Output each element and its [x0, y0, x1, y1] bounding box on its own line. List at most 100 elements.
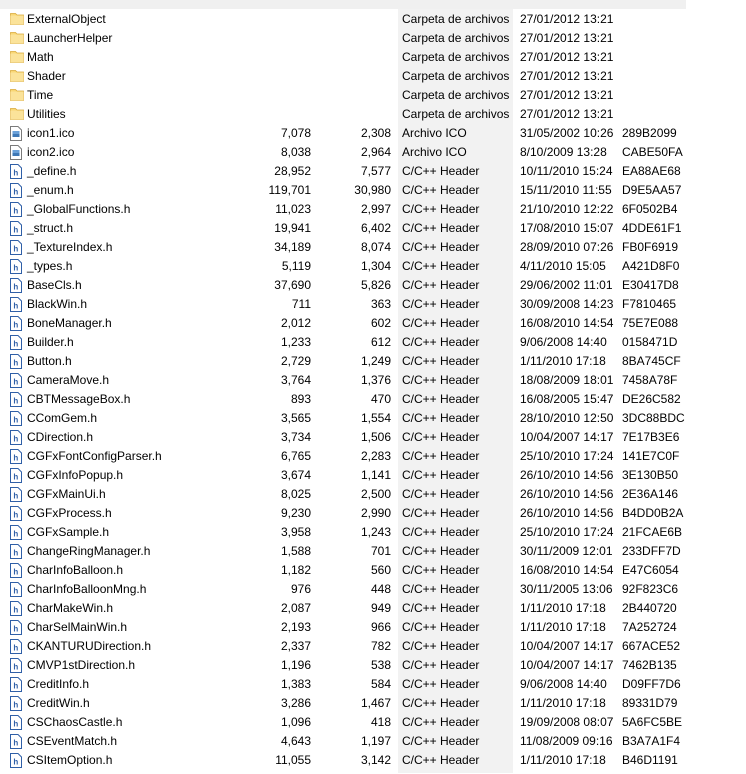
file-list[interactable]: ExternalObject Carpeta de archivos 27/01… [0, 10, 746, 770]
svg-text:h: h [13, 321, 18, 330]
crc-value: F7810465 [622, 297, 677, 311]
list-item[interactable]: h CGFxFontConfigParser.h 6,765 2,283 C/C… [0, 447, 746, 466]
list-item[interactable]: h _types.h 5,119 1,304 C/C++ Header 4/11… [0, 257, 746, 276]
svg-text:h: h [13, 454, 18, 463]
packed-size: 448 [370, 582, 391, 596]
file-size: 1,383 [280, 677, 311, 691]
packed-size: 2,964 [360, 145, 391, 159]
crc-value: 75E7E088 [622, 316, 679, 330]
file-name: BoneManager.h [27, 316, 112, 330]
svg-text:h: h [13, 720, 18, 729]
list-item[interactable]: icon1.ico 7,078 2,308 Archivo ICO 31/05/… [0, 124, 746, 143]
svg-text:h: h [13, 625, 18, 634]
svg-text:h: h [13, 682, 18, 691]
packed-size: 3,142 [360, 753, 391, 767]
file-type: Archivo ICO [402, 126, 467, 140]
list-item[interactable]: h CreditInfo.h 1,383 584 C/C++ Header 9/… [0, 675, 746, 694]
modified-date: 1/11/2010 17:18 [520, 753, 606, 767]
file-type: C/C++ Header [402, 449, 480, 463]
file-name: CComGem.h [27, 411, 98, 425]
file-name: BaseCls.h [27, 278, 82, 292]
list-item[interactable]: h BoneManager.h 2,012 602 C/C++ Header 1… [0, 314, 746, 333]
list-item[interactable]: h CKANTURUDirection.h 2,337 782 C/C++ He… [0, 637, 746, 656]
list-item[interactable]: h CDirection.h 3,734 1,506 C/C++ Header … [0, 428, 746, 447]
list-item[interactable]: h CGFxProcess.h 9,230 2,990 C/C++ Header… [0, 504, 746, 523]
file-type: C/C++ Header [402, 563, 480, 577]
file-size: 5,119 [281, 259, 311, 273]
crc-value: 667ACE52 [622, 639, 681, 653]
list-item[interactable]: LauncherHelper Carpeta de archivos 27/01… [0, 29, 746, 48]
svg-text:h: h [13, 530, 18, 539]
packed-size: 1,467 [360, 696, 391, 710]
file-name: CGFxFontConfigParser.h [27, 449, 162, 463]
modified-date: 26/10/2010 14:56 [520, 468, 614, 482]
list-item[interactable]: h CharMakeWin.h 2,087 949 C/C++ Header 1… [0, 599, 746, 618]
list-item[interactable]: h CGFxMainUi.h 8,025 2,500 C/C++ Header … [0, 485, 746, 504]
list-item[interactable]: h ChangeRingManager.h 1,588 701 C/C++ He… [0, 542, 746, 561]
list-item[interactable]: h CreditWin.h 3,286 1,467 C/C++ Header 1… [0, 694, 746, 713]
svg-text:h: h [13, 359, 18, 368]
modified-date: 30/11/2005 13:06 [520, 582, 613, 596]
list-item[interactable]: h Button.h 2,729 1,249 C/C++ Header 1/11… [0, 352, 746, 371]
list-item[interactable]: h CComGem.h 3,565 1,554 C/C++ Header 28/… [0, 409, 746, 428]
packed-size: 5,826 [360, 278, 391, 292]
file-name: icon1.ico [27, 126, 75, 140]
list-item[interactable]: Shader Carpeta de archivos 27/01/2012 13… [0, 67, 746, 86]
file-size: 2,729 [280, 354, 311, 368]
packed-size: 8,074 [360, 240, 391, 254]
crc-value: 2B440720 [622, 601, 677, 615]
list-item[interactable]: h CGFxInfoPopup.h 3,674 1,141 C/C++ Head… [0, 466, 746, 485]
list-item[interactable]: Math Carpeta de archivos 27/01/2012 13:2… [0, 48, 746, 67]
header-file-icon: h [10, 563, 23, 578]
list-item[interactable]: h _enum.h 119,701 30,980 C/C++ Header 15… [0, 181, 746, 200]
file-type: C/C++ Header [402, 221, 480, 235]
modified-date: 1/11/2010 17:18 [520, 601, 606, 615]
header-file-icon: h [10, 677, 23, 692]
list-item[interactable]: h CMVP1stDirection.h 1,196 538 C/C++ Hea… [0, 656, 746, 675]
list-item[interactable]: h CBTMessageBox.h 893 470 C/C++ Header 1… [0, 390, 746, 409]
header-file-icon: h [10, 525, 23, 540]
list-item[interactable]: h BlackWin.h 711 363 C/C++ Header 30/09/… [0, 295, 746, 314]
header-file-icon: h [10, 278, 23, 293]
modified-date: 31/05/2002 10:26 [520, 126, 614, 140]
list-item[interactable]: ExternalObject Carpeta de archivos 27/01… [0, 10, 746, 29]
svg-text:h: h [13, 663, 18, 672]
file-name: ChangeRingManager.h [27, 544, 151, 558]
svg-text:h: h [13, 169, 18, 178]
header-file-icon: h [10, 582, 23, 597]
list-item[interactable]: h CameraMove.h 3,764 1,376 C/C++ Header … [0, 371, 746, 390]
file-size: 7,078 [280, 126, 311, 140]
list-item[interactable]: h CharSelMainWin.h 2,193 966 C/C++ Heade… [0, 618, 746, 637]
file-type: C/C++ Header [402, 487, 480, 501]
packed-size: 966 [370, 620, 391, 634]
list-item[interactable]: h _struct.h 19,941 6,402 C/C++ Header 17… [0, 219, 746, 238]
list-item[interactable]: h _GlobalFunctions.h 11,023 2,997 C/C++ … [0, 200, 746, 219]
header-file-icon: h [10, 411, 23, 426]
modified-date: 18/08/2009 18:01 [520, 373, 614, 387]
list-item[interactable]: h Builder.h 1,233 612 C/C++ Header 9/06/… [0, 333, 746, 352]
svg-text:h: h [13, 340, 18, 349]
list-item[interactable]: h CharInfoBalloon.h 1,182 560 C/C++ Head… [0, 561, 746, 580]
list-item[interactable]: h CSItemOption.h 11,055 3,142 C/C++ Head… [0, 751, 746, 770]
list-item[interactable]: icon2.ico 8,038 2,964 Archivo ICO 8/10/2… [0, 143, 746, 162]
list-item[interactable]: Utilities Carpeta de archivos 27/01/2012… [0, 105, 746, 124]
list-item[interactable]: h CharInfoBalloonMng.h 976 448 C/C++ Hea… [0, 580, 746, 599]
list-item[interactable]: h CSChaosCastle.h 1,096 418 C/C++ Header… [0, 713, 746, 732]
list-item[interactable]: h _TextureIndex.h 34,189 8,074 C/C++ Hea… [0, 238, 746, 257]
packed-size: 2,308 [360, 126, 391, 140]
header-file-icon: h [10, 392, 23, 407]
list-item[interactable]: h CGFxSample.h 3,958 1,243 C/C++ Header … [0, 523, 746, 542]
list-item[interactable]: h CSEventMatch.h 4,643 1,197 C/C++ Heade… [0, 732, 746, 751]
svg-text:h: h [13, 739, 18, 748]
packed-size: 602 [370, 316, 391, 330]
header-file-icon: h [10, 468, 23, 483]
packed-size: 470 [370, 392, 391, 406]
list-item[interactable]: Time Carpeta de archivos 27/01/2012 13:2… [0, 86, 746, 105]
list-item[interactable]: h _define.h 28,952 7,577 C/C++ Header 10… [0, 162, 746, 181]
file-type: C/C++ Header [402, 601, 480, 615]
file-name: CMVP1stDirection.h [27, 658, 136, 672]
file-type: C/C++ Header [402, 734, 480, 748]
list-item[interactable]: h BaseCls.h 37,690 5,826 C/C++ Header 29… [0, 276, 746, 295]
modified-date: 4/11/2010 15:05 [520, 259, 606, 273]
modified-date: 16/08/2010 14:54 [520, 316, 614, 330]
